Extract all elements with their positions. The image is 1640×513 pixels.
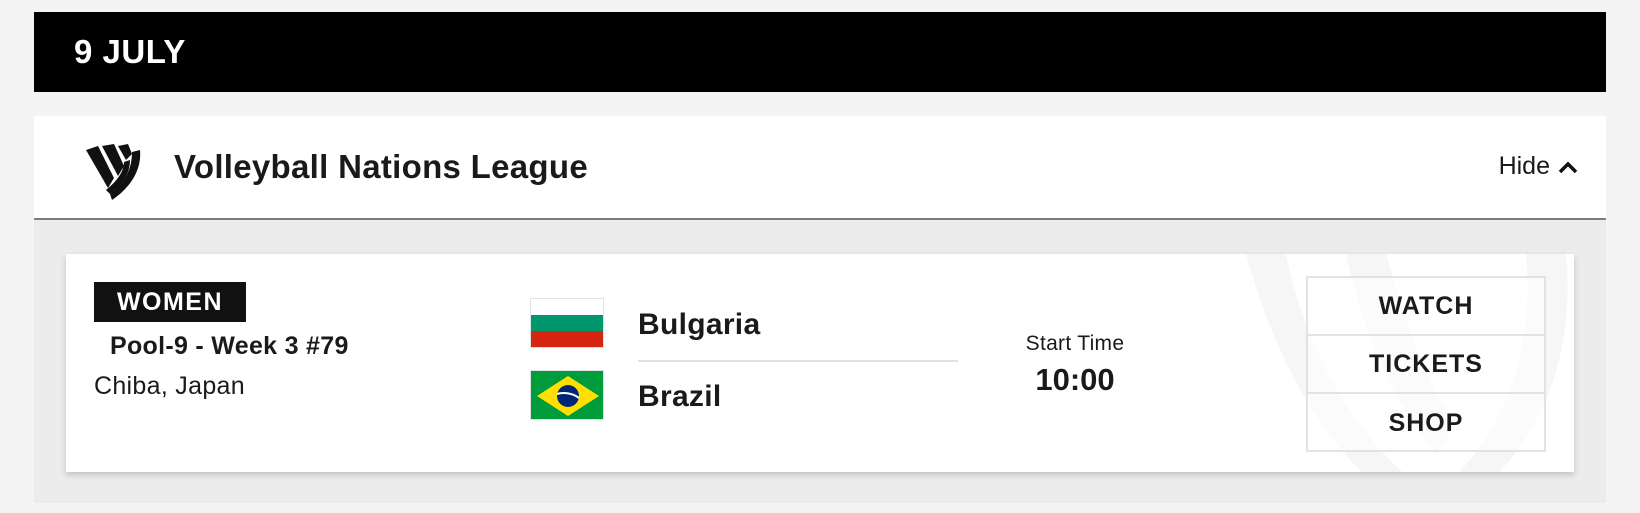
date-header: 9 JULY bbox=[34, 12, 1606, 92]
shop-button[interactable]: SHOP bbox=[1308, 394, 1544, 452]
chevron-up-icon bbox=[1558, 161, 1578, 173]
team-home-name: Bulgaria bbox=[638, 308, 761, 341]
league-title: Volleyball Nations League bbox=[174, 148, 588, 185]
vnl-logo-icon bbox=[86, 144, 141, 200]
hide-label: Hide bbox=[1498, 152, 1550, 180]
bulgaria-flag-icon bbox=[530, 298, 604, 348]
start-time-value: 10:00 bbox=[1035, 362, 1115, 397]
gender-badge: WOMEN bbox=[94, 282, 246, 322]
pool-label: Pool-9 - Week 3 #79 bbox=[110, 332, 349, 360]
start-time-label: Start Time bbox=[1025, 332, 1125, 355]
location-label: Chiba, Japan bbox=[94, 372, 245, 400]
match-card: WOMEN Pool-9 - Week 3 #79 Chiba, Japan B… bbox=[66, 254, 1574, 472]
watch-button[interactable]: WATCH bbox=[1308, 278, 1544, 336]
team-away-name: Brazil bbox=[638, 380, 722, 413]
tickets-button[interactable]: TICKETS bbox=[1308, 336, 1544, 394]
brazil-flag-icon bbox=[530, 370, 604, 420]
team-divider bbox=[638, 360, 958, 362]
date-label: 9 JULY bbox=[74, 33, 186, 70]
league-header: Volleyball Nations League Hide bbox=[34, 116, 1606, 220]
hide-toggle-button[interactable]: Hide bbox=[1499, 152, 1578, 181]
match-actions: WATCH TICKETS SHOP bbox=[1306, 276, 1546, 452]
